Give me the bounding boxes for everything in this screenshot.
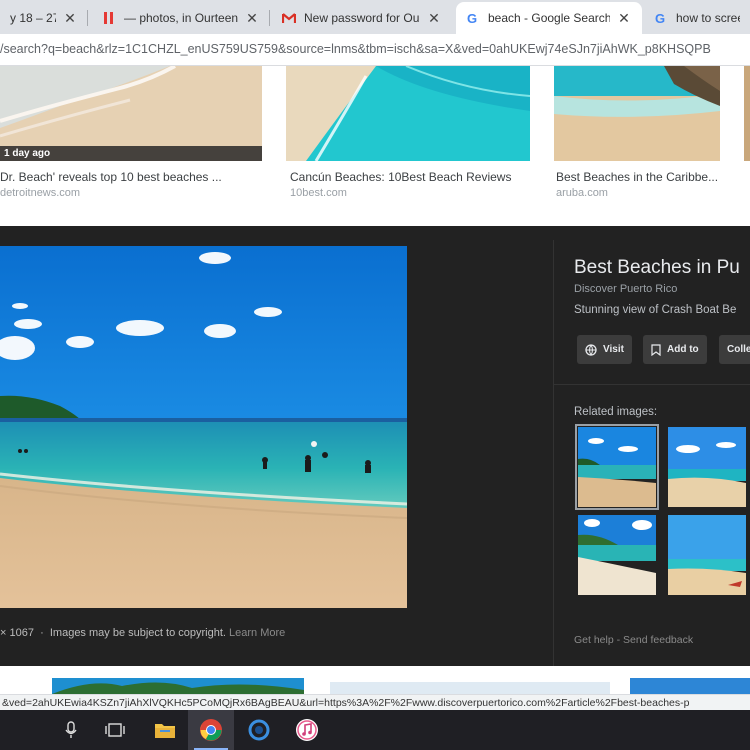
collections-button[interactable]: Colle — [719, 335, 750, 364]
tab-google-search[interactable]: G beach - Google Search ✕ — [456, 2, 642, 34]
gmail-icon — [282, 11, 296, 25]
preview-main-image[interactable] — [0, 246, 407, 608]
panel-divider — [553, 240, 554, 666]
tab-title: y 18 – 27 | — [10, 11, 56, 25]
related-image-thumbnail[interactable] — [575, 424, 659, 510]
preview-footer: × 1067 · Images may be subject to copyri… — [0, 627, 286, 639]
copyright-notice: Images may be subject to copyright. — [49, 627, 226, 639]
google-icon: G — [654, 11, 668, 25]
preview-title[interactable]: Best Beaches in Pu — [574, 257, 740, 279]
tab-photos[interactable]: — photos, in Ourteen… ✕ — [92, 2, 270, 34]
file-explorer-icon[interactable] — [142, 710, 188, 750]
tab-title: — photos, in Ourteen… — [124, 11, 238, 25]
screen: y 18 – 27 | ✕ — photos, in Ourteen… ✕ Ne… — [0, 0, 750, 750]
url-text[interactable]: /search?q=beach&rlz=1C1CHZL_enUS759US759… — [0, 42, 711, 56]
result-thumbnail[interactable] — [286, 66, 530, 161]
result-thumbnail[interactable] — [630, 678, 750, 694]
result-thumbnail[interactable]: 1 day ago — [0, 66, 262, 161]
bookmark-icon — [651, 343, 661, 356]
tab-gmail[interactable]: New password for Ourt ✕ — [272, 2, 452, 34]
image-results-row — [0, 666, 750, 694]
help-links: Get help - Send feedback — [574, 634, 694, 646]
taskbar — [0, 710, 750, 750]
collections-label: Colle — [727, 344, 750, 355]
microphone-icon[interactable] — [48, 710, 94, 750]
tab-how-to-screenshot[interactable]: G how to screens… — [644, 2, 750, 34]
preview-description: Stunning view of Crash Boat Be — [574, 304, 737, 316]
close-icon[interactable]: ✕ — [616, 10, 632, 27]
preview-source[interactable]: Discover Puerto Rico — [574, 283, 677, 295]
tab-title: beach - Google Search — [488, 11, 610, 25]
result-domain: detroitnews.com — [0, 187, 81, 199]
related-image-thumbnail[interactable] — [668, 427, 746, 507]
tab-calendar[interactable]: y 18 – 27 | ✕ — [0, 2, 88, 34]
task-view-icon[interactable] — [92, 710, 138, 750]
itunes-icon[interactable] — [284, 710, 330, 750]
red-bars-icon — [102, 11, 116, 25]
result-domain: aruba.com — [556, 187, 608, 199]
get-help-link[interactable]: Get help — [574, 634, 614, 646]
result-thumbnail[interactable] — [744, 66, 750, 161]
globe-icon — [585, 343, 597, 356]
close-icon[interactable]: ✕ — [244, 10, 260, 27]
visit-label: Visit — [603, 344, 624, 355]
age-badge: 1 day ago — [0, 146, 262, 161]
section-divider — [554, 384, 750, 385]
result-thumbnail[interactable] — [330, 682, 610, 694]
result-domain: 10best.com — [290, 187, 347, 199]
image-results-row: 1 day ago Dr. Beach' reveals top 10 best… — [0, 66, 750, 226]
result-thumbnail[interactable] — [52, 678, 304, 694]
image-preview-panel: × 1067 · Images may be subject to copyri… — [0, 226, 750, 666]
tab-title: New password for Ourt — [304, 11, 420, 25]
add-to-button[interactable]: Add to — [643, 335, 707, 364]
google-icon: G — [466, 11, 480, 25]
browser-tab-strip: y 18 – 27 | ✕ — photos, in Ourteen… ✕ Ne… — [0, 0, 750, 34]
close-icon[interactable]: ✕ — [426, 10, 442, 27]
chrome-icon[interactable] — [188, 710, 234, 750]
status-bar-url: &ved=2ahUKEwia4KSZn7jiAhXlVQKHc5PCoMQjRx… — [0, 694, 750, 710]
close-icon[interactable]: ✕ — [62, 10, 78, 27]
svg-text:G: G — [655, 11, 665, 25]
result-title[interactable]: Best Beaches in the Caribbe... — [556, 170, 718, 184]
result-thumbnail[interactable] — [554, 66, 720, 161]
related-images-label: Related images: — [574, 406, 658, 418]
image-dimensions: × 1067 — [0, 627, 34, 639]
address-bar[interactable]: /search?q=beach&rlz=1C1CHZL_enUS759US759… — [0, 34, 750, 66]
send-feedback-link[interactable]: Send feedback — [623, 634, 693, 646]
add-to-label: Add to — [667, 344, 699, 355]
tab-title: how to screens… — [676, 11, 740, 25]
svg-text:G: G — [467, 11, 477, 25]
cortana-ring-icon[interactable] — [236, 710, 282, 750]
result-title[interactable]: Cancún Beaches: 10Best Beach Reviews — [290, 170, 511, 184]
visit-button[interactable]: Visit — [577, 335, 632, 364]
learn-more-link[interactable]: Learn More — [229, 627, 285, 639]
related-image-thumbnail[interactable] — [578, 515, 656, 595]
result-title[interactable]: Dr. Beach' reveals top 10 best beaches .… — [0, 170, 222, 184]
related-image-thumbnail[interactable] — [668, 515, 746, 595]
